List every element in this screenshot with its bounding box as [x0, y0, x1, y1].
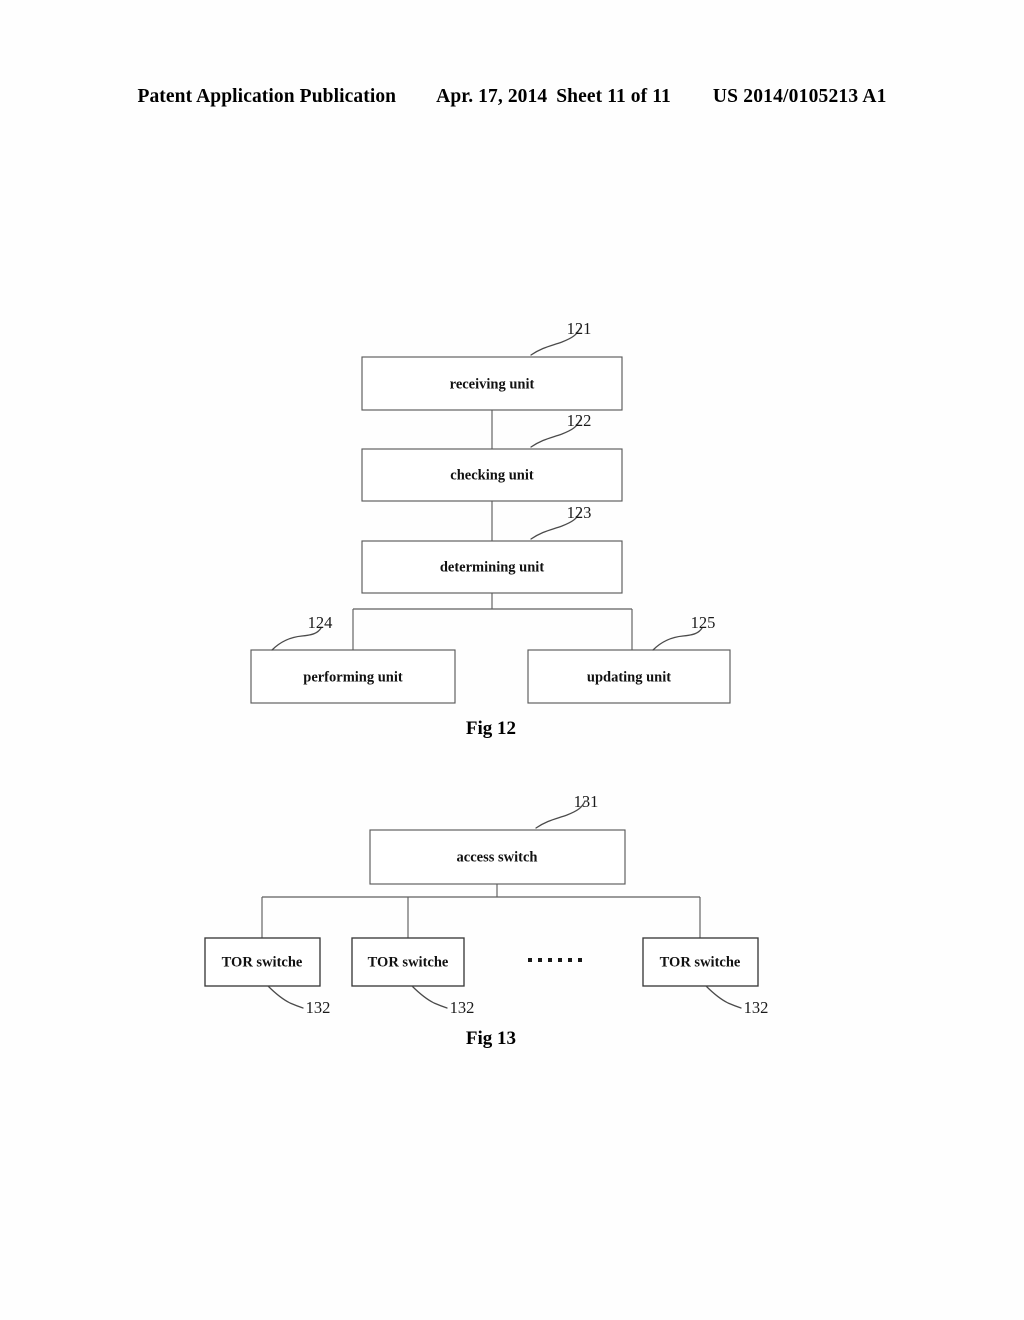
box-checking-unit-label: checking unit — [450, 467, 534, 483]
numeral-132-1: 132 — [306, 998, 331, 1017]
figures-area: receiving unit 121 checking unit 122 det… — [0, 0, 1024, 1320]
box-receiving-unit-label: receiving unit — [450, 376, 535, 392]
box-receiving-unit: receiving unit — [361, 356, 623, 411]
numeral-124: 124 — [308, 613, 333, 632]
numeral-131: 131 — [574, 792, 599, 811]
leader-line-132-1 — [267, 985, 304, 1009]
numeral-132-2: 132 — [450, 998, 475, 1017]
box-access-switch-label: access switch — [457, 849, 538, 865]
numeral-121: 121 — [567, 319, 592, 338]
box-tor-switch-1: TOR switche — [204, 937, 321, 987]
box-updating-unit: updating unit — [527, 649, 731, 704]
box-tor-switch-3-label: TOR switche — [660, 954, 741, 970]
box-checking-unit: checking unit — [361, 448, 623, 502]
box-determining-unit: determining unit — [361, 540, 623, 594]
figure-13-caption: Fig 13 — [466, 1028, 516, 1049]
patent-page: Patent Application Publication Apr. 17, … — [0, 0, 1024, 1320]
ellipsis-dots — [528, 958, 582, 962]
box-determining-unit-label: determining unit — [440, 559, 544, 575]
box-performing-unit: performing unit — [250, 649, 456, 704]
figure-13: access switch 131 TOR switche 132 TOR sw… — [204, 792, 769, 1049]
numeral-125: 125 — [691, 613, 716, 632]
leader-line-132-3 — [705, 985, 742, 1009]
box-tor-switch-2: TOR switche — [351, 937, 465, 987]
figure-12-caption: Fig 12 — [466, 718, 516, 739]
figure-12: receiving unit 121 checking unit 122 det… — [250, 319, 731, 739]
box-access-switch: access switch — [369, 829, 626, 885]
numeral-123: 123 — [567, 503, 592, 522]
numeral-122: 122 — [567, 411, 592, 430]
box-tor-switch-1-label: TOR switche — [222, 954, 303, 970]
leader-line-132-2 — [411, 985, 448, 1009]
numeral-132-3: 132 — [744, 998, 769, 1017]
box-tor-switch-3: TOR switche — [642, 937, 759, 987]
box-performing-unit-label: performing unit — [303, 669, 403, 685]
box-tor-switch-2-label: TOR switche — [368, 954, 449, 970]
box-updating-unit-label: updating unit — [587, 669, 671, 685]
